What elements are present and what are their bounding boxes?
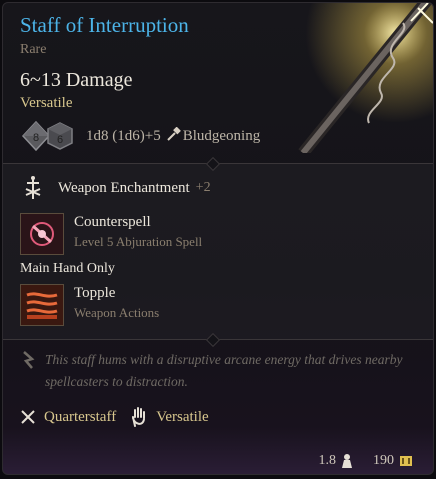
tag-label: Quarterstaff <box>44 408 117 425</box>
damage-dice-row: 8 6 1d8 (1d6)+5 Bludgeoning <box>20 120 260 152</box>
hand-icon <box>132 407 146 427</box>
d6-dice-icon: 6 <box>47 122 73 150</box>
enchantment-row: Weapon Enchantment +2 <box>20 175 211 201</box>
gold-value: 190 <box>373 453 394 468</box>
value-group: 190 <box>373 453 413 469</box>
weight-value: 1.8 <box>318 453 337 468</box>
crossed-staves-icon <box>21 410 35 424</box>
tag-versatile[interactable]: Versatile <box>130 407 209 427</box>
item-tooltip: Staff of Interruption Rare 6~13 Damage V… <box>2 2 434 475</box>
quill-icon <box>23 351 35 369</box>
weight-icon <box>342 454 352 468</box>
weight-group: 1.8 <box>319 453 354 469</box>
damage-type: Bludgeoning <box>182 127 261 144</box>
divider-bottom <box>3 332 433 348</box>
dice-group: 8 6 <box>20 120 76 152</box>
d8-label: 8 <box>33 132 39 144</box>
ability-name: Topple <box>74 285 116 301</box>
counterspell-icon <box>20 213 64 255</box>
ability-topple[interactable]: Topple Weapon Actions <box>20 284 159 326</box>
ability-subtitle: Level 5 Abjuration Spell <box>74 234 203 249</box>
staff-artwork <box>283 3 433 153</box>
ability-name: Counterspell <box>74 214 151 230</box>
bludgeoning-icon <box>166 126 181 146</box>
divider-top <box>3 156 433 172</box>
d6-label: 6 <box>57 134 63 146</box>
enchantment-label: Weapon Enchantment <box>58 179 190 196</box>
tags-row: Quarterstaff Versatile <box>20 407 209 427</box>
item-name: Staff of Interruption <box>20 13 189 37</box>
item-rarity: Rare <box>20 42 47 57</box>
flavor-text: This staff hums with a disruptive arcane… <box>45 352 403 389</box>
item-damage: 6~13 Damage <box>20 69 133 91</box>
flavor-block: This staff hums with a disruptive arcane… <box>20 349 420 393</box>
damage-formula: 1d8 (1d6)+5 <box>86 127 161 144</box>
main-hand-note: Main Hand Only <box>20 261 115 276</box>
ability-subtitle: Weapon Actions <box>74 305 160 320</box>
tag-label: Versatile <box>156 408 209 425</box>
ability-counterspell[interactable]: Counterspell Level 5 Abjuration Spell <box>20 213 202 255</box>
enchantment-bonus: +2 <box>195 180 211 195</box>
item-footer: 1.8 190 <box>319 453 414 469</box>
tag-quarterstaff[interactable]: Quarterstaff <box>20 409 116 426</box>
item-property: Versatile <box>20 95 73 111</box>
topple-icon <box>20 284 64 326</box>
sword-enchant-icon <box>25 176 41 199</box>
gold-icon <box>400 456 412 466</box>
